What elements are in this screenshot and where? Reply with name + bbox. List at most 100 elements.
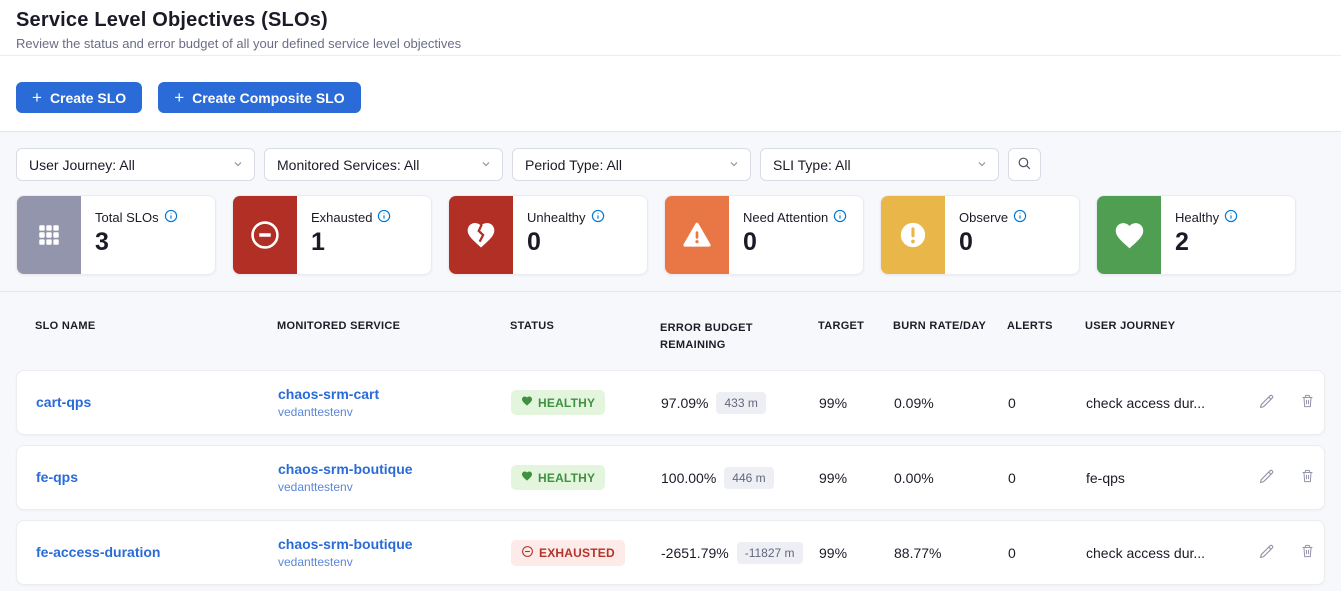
sli-type-filter[interactable]: SLI Type: All [760,148,999,181]
stat-value: 3 [95,228,178,257]
minus-circle-icon [233,196,297,274]
user-journey-value: check access dur... [1086,395,1257,411]
status-label: EXHAUSTED [539,546,615,560]
error-budget-minutes-chip: 433 m [716,392,765,414]
delete-button[interactable] [1299,392,1316,413]
info-icon[interactable] [1224,209,1238,226]
minus-circle-icon [521,545,534,561]
alerts-count: 0 [1008,470,1086,486]
period-type-filter-value: Period Type: All [525,157,622,173]
delete-button[interactable] [1299,542,1316,563]
period-type-filter[interactable]: Period Type: All [512,148,751,181]
grid-icon [17,196,81,274]
column-header-slo-name: SLO Name [35,320,277,332]
page-subtitle: Review the status and error budget of al… [16,36,1325,51]
create-slo-label: Create SLO [50,90,126,106]
exclamation-circle-icon [881,196,945,274]
stat-card-observe[interactable]: Observe 0 [880,195,1080,275]
info-icon[interactable] [377,209,391,226]
monitored-service-link[interactable]: chaos-srm-boutique [278,461,511,477]
stat-value: 0 [527,228,605,257]
burn-rate-value: 0.09% [894,395,1008,411]
search-button[interactable] [1008,148,1041,181]
info-icon[interactable] [833,209,847,226]
alerts-count: 0 [1008,545,1086,561]
chevron-down-icon [232,157,244,173]
edit-button[interactable] [1257,542,1276,564]
info-icon[interactable] [164,209,178,226]
filter-bar: User Journey: All Monitored Services: Al… [0,132,1341,181]
table-row[interactable]: fe-qps chaos-srm-boutique vedanttestenv … [16,445,1325,510]
stat-card-need-attention[interactable]: Need Attention 0 [664,195,864,275]
chevron-down-icon [728,157,740,173]
stat-card-total-slos[interactable]: Total SLOs 3 [16,195,216,275]
heart-icon [521,395,533,410]
user-journey-filter[interactable]: User Journey: All [16,148,255,181]
trash-icon [1299,392,1316,413]
trash-icon [1299,467,1316,488]
burn-rate-value: 0.00% [894,470,1008,486]
alerts-count: 0 [1008,395,1086,411]
chevron-down-icon [480,157,492,173]
slo-name-link[interactable]: fe-qps [36,469,78,485]
target-value: 99% [819,545,894,561]
monitored-service-link[interactable]: chaos-srm-boutique [278,536,511,552]
column-header-monitored-service: Monitored Service [277,320,510,332]
table-row[interactable]: cart-qps chaos-srm-cart vedanttestenv HE… [16,370,1325,435]
target-value: 99% [819,470,894,486]
plus-icon: + [174,89,184,106]
monitored-services-filter[interactable]: Monitored Services: All [264,148,503,181]
error-budget-percent: 97.09% [661,395,708,411]
chevron-down-icon [976,157,988,173]
target-value: 99% [819,395,894,411]
table-header: SLO Name Monitored Service Status Error … [16,292,1325,370]
environment-link[interactable]: vedanttestenv [278,405,511,419]
pencil-icon [1257,542,1276,564]
error-budget-minutes-chip: -11827 m [737,542,803,564]
page-header: Service Level Objectives (SLOs) Review t… [0,0,1341,56]
edit-button[interactable] [1257,392,1276,414]
slo-table: cart-qps chaos-srm-cart vedanttestenv HE… [16,370,1325,585]
table-row[interactable]: fe-access-duration chaos-srm-boutique ve… [16,520,1325,585]
error-budget-percent: -2651.79% [661,545,729,561]
column-header-error-budget-remaining: Error Budget Remaining [660,320,818,353]
create-composite-slo-label: Create Composite SLO [192,90,344,106]
warning-triangle-icon [665,196,729,274]
user-journey-filter-value: User Journey: All [29,157,135,173]
status-badge: EXHAUSTED [511,540,625,566]
status-label: HEALTHY [538,396,595,410]
burn-rate-value: 88.77% [894,545,1008,561]
create-composite-slo-button[interactable]: + Create Composite SLO [158,82,360,113]
page-title: Service Level Objectives (SLOs) [16,9,1325,32]
environment-link[interactable]: vedanttestenv [278,555,511,569]
info-icon[interactable] [1013,209,1027,226]
slo-name-link[interactable]: cart-qps [36,394,91,410]
stat-card-healthy[interactable]: Healthy 2 [1096,195,1296,275]
stat-value: 2 [1175,228,1238,257]
column-header-target: Target [818,320,893,332]
status-label: HEALTHY [538,471,595,485]
column-header-status: Status [510,320,660,332]
slo-name-link[interactable]: fe-access-duration [36,544,160,560]
edit-button[interactable] [1257,467,1276,489]
pencil-icon [1257,467,1276,489]
stat-label: Observe [959,210,1008,225]
create-slo-button[interactable]: + Create SLO [16,82,142,113]
column-header-user-journey: User Journey [1085,320,1256,332]
monitored-service-link[interactable]: chaos-srm-cart [278,386,511,402]
plus-icon: + [32,89,42,106]
monitored-services-filter-value: Monitored Services: All [277,157,419,173]
stat-label: Healthy [1175,210,1219,225]
environment-link[interactable]: vedanttestenv [278,480,511,494]
stat-value: 1 [311,228,391,257]
delete-button[interactable] [1299,467,1316,488]
stat-card-unhealthy[interactable]: Unhealthy 0 [448,195,648,275]
stat-label: Total SLOs [95,210,159,225]
broken-heart-icon [449,196,513,274]
info-icon[interactable] [591,209,605,226]
column-header-alerts: Alerts [1007,320,1085,332]
stat-card-exhausted[interactable]: Exhausted 1 [232,195,432,275]
sli-type-filter-value: SLI Type: All [773,157,851,173]
column-header-burn-rate: Burn Rate/Day [893,320,1007,332]
stat-label: Exhausted [311,210,372,225]
